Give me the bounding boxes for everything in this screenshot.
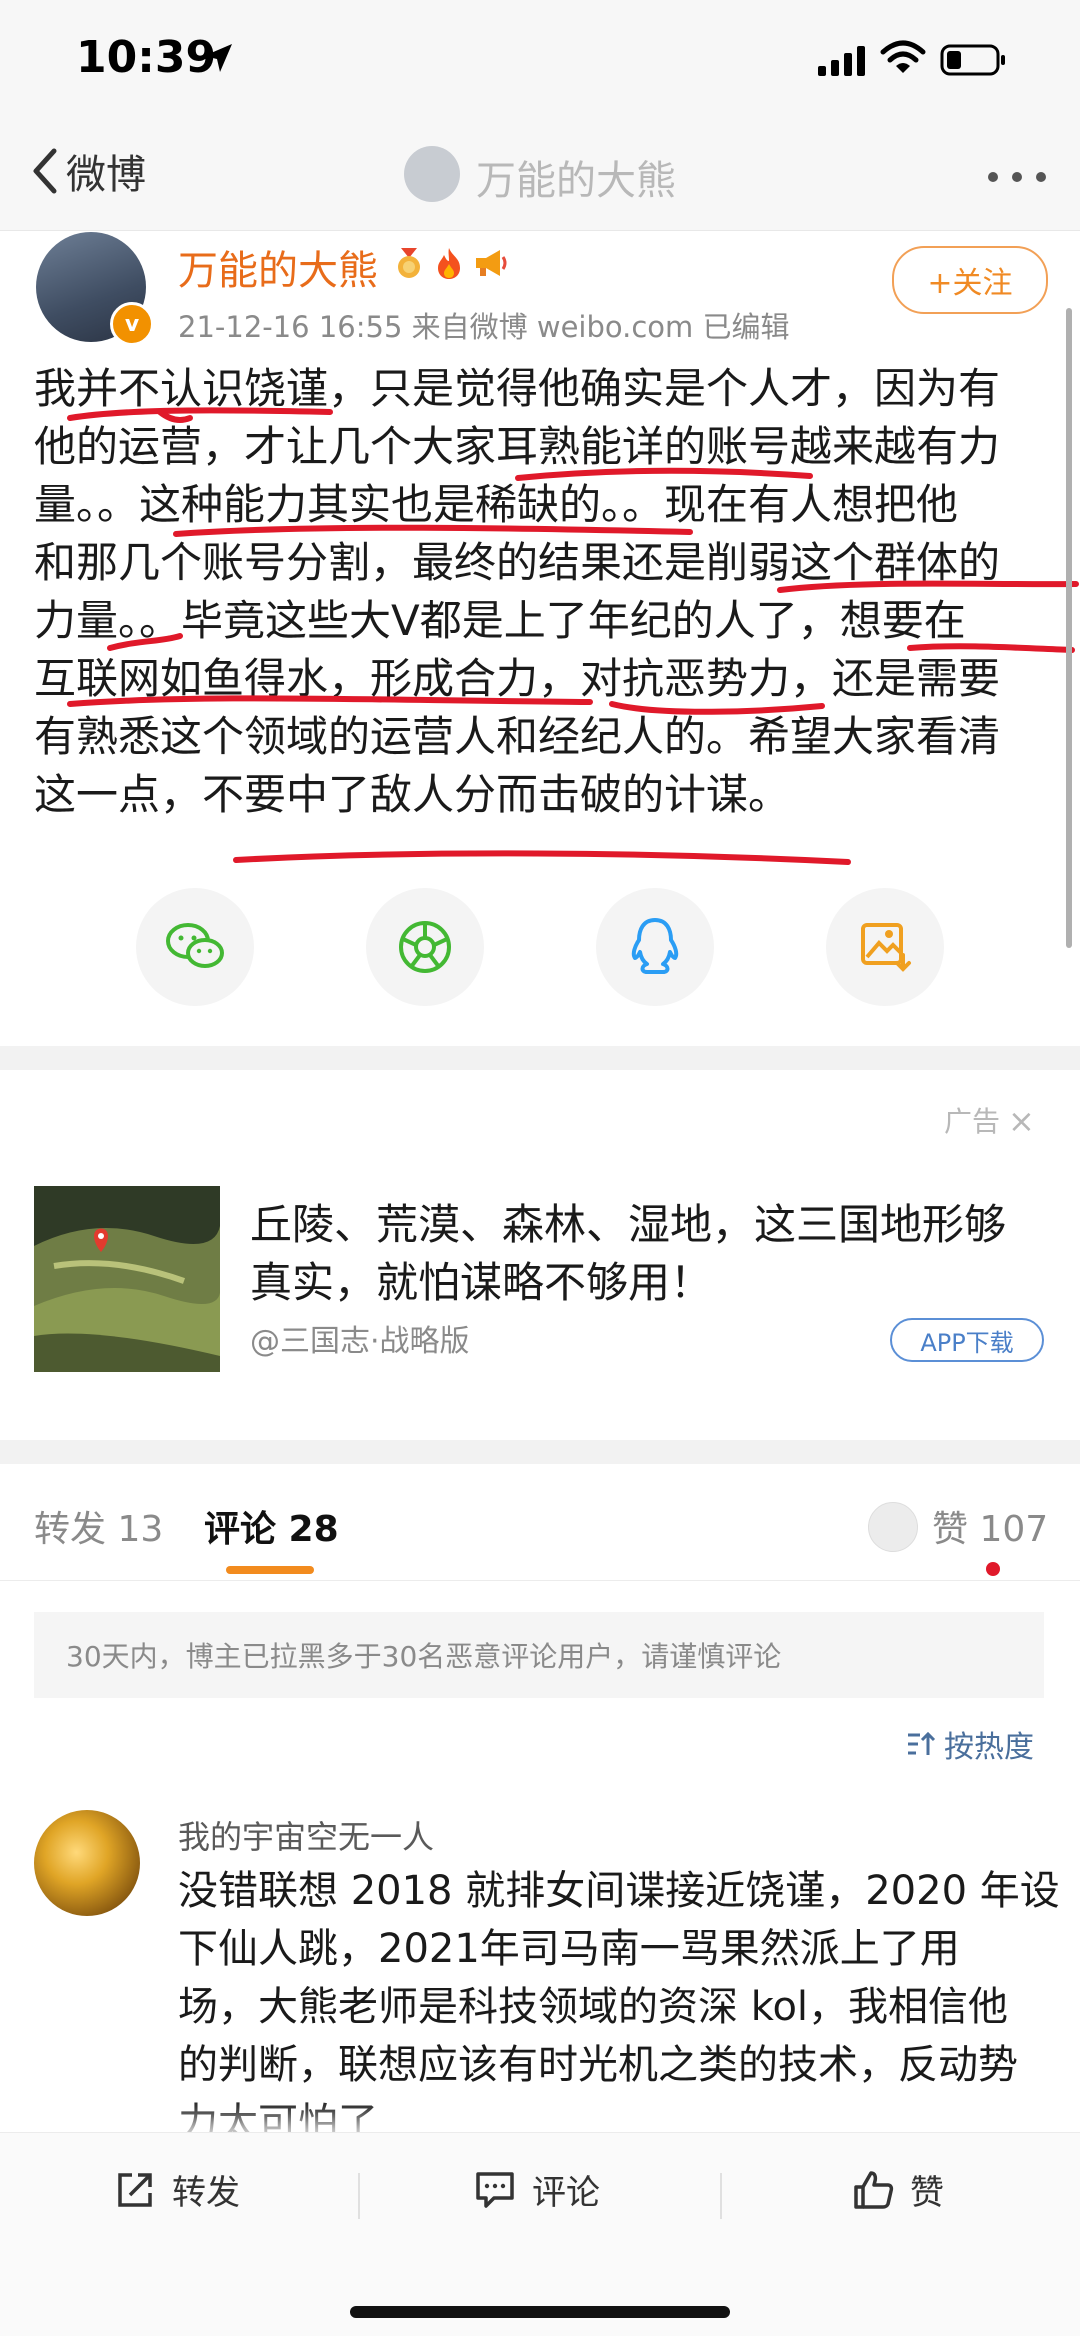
nav-bar: 微博 万能的大熊 xyxy=(0,120,1080,231)
post-line: 量。。这种能力其实也是稀缺的。。现在有人想把他 xyxy=(34,480,959,529)
tab-forwards[interactable]: 转发 13 xyxy=(34,1500,163,1552)
comment-line: 没错联想 2018 就排女间谍接近饶谨，2020 年设 xyxy=(178,1868,1060,1914)
author-badges xyxy=(392,246,508,280)
chevron-left-icon xyxy=(33,148,57,194)
share-wechat-button[interactable] xyxy=(136,888,254,1006)
like-label: 赞 xyxy=(910,2173,944,2213)
sort-label: 按热度 xyxy=(944,1730,1034,1765)
post-line: 我并不认识饶谨，只是觉得他确实是个人才，因为有 xyxy=(34,364,1001,413)
qq-icon xyxy=(631,918,679,974)
share-qq-button[interactable] xyxy=(596,888,714,1006)
commenter-avatar[interactable] xyxy=(34,1810,140,1916)
medal-icon xyxy=(398,248,420,278)
bottom-safe-area xyxy=(0,2252,1080,2336)
notification-dot xyxy=(986,1562,1000,1576)
share-out-icon xyxy=(118,2172,152,2207)
forward-button[interactable]: 转发 xyxy=(114,2165,240,2214)
ad-close-button[interactable]: × xyxy=(1008,1102,1035,1140)
ad-label: 广告 xyxy=(944,1105,1001,1138)
wifi-icon xyxy=(880,40,926,73)
save-image-button[interactable] xyxy=(826,888,944,1006)
back-button[interactable]: 微博 xyxy=(28,142,146,200)
action-separator xyxy=(358,2173,360,2219)
follow-button[interactable]: +关注 xyxy=(892,246,1048,314)
status-time: 10:39 xyxy=(76,32,217,83)
cellular-signal-icon xyxy=(818,46,865,76)
verified-badge-icon: v xyxy=(110,302,154,346)
ad-source: @三国志·战略版 xyxy=(250,1324,470,1359)
comment-line: 的判断，联想应该有时光机之类的技术，反动势 xyxy=(178,2042,1018,2088)
fire-icon xyxy=(438,248,460,279)
post-line: 他的运营，才让几个大家耳熟能详的账号越来越有力 xyxy=(34,422,1001,471)
megaphone-icon xyxy=(476,250,507,276)
comment-icon xyxy=(476,2171,514,2208)
share-moments-button[interactable] xyxy=(366,888,484,1006)
nav-avatar xyxy=(404,146,460,202)
nav-title: 万能的大熊 xyxy=(476,158,676,204)
comment-line: 场，大熊老师是科技领域的资深 kol，我相信他 xyxy=(178,1984,1009,2030)
liker-avatar xyxy=(868,1502,918,1552)
share-row xyxy=(0,888,1080,1008)
ad-line: 丘陵、荒漠、森林、湿地，这三国地形够 xyxy=(250,1200,1007,1249)
section-divider xyxy=(0,1440,1080,1464)
terrain-map-image xyxy=(34,1186,220,1372)
sort-button[interactable]: 按热度 xyxy=(906,1722,1034,1766)
save-image-icon xyxy=(861,923,911,972)
sort-icon xyxy=(908,1731,936,1755)
comment-notice: 30天内，博主已拉黑多于30名恶意评论用户，请谨慎评论 xyxy=(34,1612,1044,1698)
action-separator xyxy=(720,2173,722,2219)
ad-text[interactable]: 丘陵、荒漠、森林、湿地，这三国地形够 真实，就怕谋略不够用！ xyxy=(250,1196,1040,1312)
battery-icon xyxy=(940,44,1005,76)
engagement-tabs: 转发 13 评论 28 赞 107 xyxy=(0,1464,1080,1581)
comment-button[interactable]: 评论 xyxy=(474,2165,600,2214)
thumbs-up-icon xyxy=(854,2170,894,2209)
home-indicator[interactable] xyxy=(350,2306,730,2318)
bottom-action-bar: 转发 评论 赞 xyxy=(0,2132,1080,2253)
forward-label: 转发 xyxy=(172,2173,240,2213)
tab-likes[interactable]: 赞 107 xyxy=(932,1500,1048,1552)
post-line: 和那几个账号分割，最终的结果还是削弱这个群体的 xyxy=(34,538,1001,587)
scrollbar-thumb[interactable] xyxy=(1066,308,1072,948)
more-icon[interactable] xyxy=(986,170,1048,184)
like-button[interactable]: 赞 xyxy=(852,2165,944,2214)
back-label: 微博 xyxy=(66,152,146,198)
comment-label: 评论 xyxy=(532,2173,600,2213)
tab-comments[interactable]: 评论 28 xyxy=(204,1500,339,1552)
post-line: 互联网如鱼得水，形成合力，对抗恶势力，还是需要 xyxy=(34,654,1001,703)
section-divider xyxy=(0,1046,1080,1070)
comment-line: 下仙人跳，2021年司马南一骂果然派上了用 xyxy=(178,1926,960,1972)
post-line: 力量。。毕竟这些大V都是上了年纪的人了，想要在 xyxy=(34,596,966,645)
comment-text: 没错联想 2018 就排女间谍接近饶谨，2020 年设 下仙人跳，2021年司马… xyxy=(178,1862,1060,2152)
ad-thumbnail[interactable] xyxy=(34,1186,220,1372)
author-name[interactable]: 万能的大熊 xyxy=(178,238,378,296)
app-download-button[interactable]: APP下载 xyxy=(890,1318,1044,1362)
post-body: 我并不认识饶谨，只是觉得他确实是个人才，因为有 他的运营，才让几个大家耳熟能详的… xyxy=(34,360,1046,824)
moments-icon xyxy=(399,921,451,973)
post-line: 有熟悉这个领域的运营人和经纪人的。希望大家看清 xyxy=(34,712,1001,761)
ad-line: 真实，就怕谋略不够用！ xyxy=(250,1258,713,1307)
post-meta: 21-12-16 16:55 来自微博 weibo.com 已编辑 xyxy=(178,310,790,344)
commenter-name[interactable]: 我的宇宙空无一人 xyxy=(178,1812,434,1858)
status-bar: 10:39 xyxy=(0,0,1080,120)
active-tab-indicator xyxy=(226,1566,314,1574)
wechat-icon xyxy=(166,923,224,968)
post-line: 这一点，不要中了敌人分而击破的计谋。 xyxy=(34,770,791,819)
location-arrow-icon xyxy=(204,44,232,72)
